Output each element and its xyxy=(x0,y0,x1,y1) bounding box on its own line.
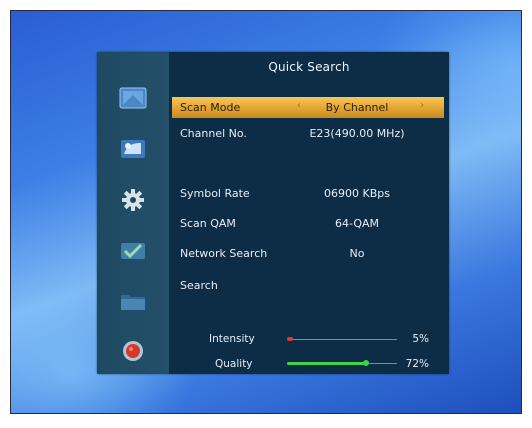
quality-marker xyxy=(363,360,370,366)
menu-panel: Quick Search Scan Mode ‹ By Channel › Ch… xyxy=(97,52,449,374)
menu-row-symbol-rate[interactable]: Symbol Rate 06900 KBps xyxy=(172,183,444,204)
tv-screen: Quick Search Scan Mode ‹ By Channel › Ch… xyxy=(10,10,522,414)
menu-row-label: Network Search xyxy=(180,247,268,260)
intensity-label: Intensity xyxy=(209,333,255,345)
menu-row-network-search[interactable]: Network Search No xyxy=(172,243,444,264)
menu-content: Quick Search Scan Mode ‹ By Channel › Ch… xyxy=(169,52,449,374)
menu-title: Quick Search xyxy=(268,60,350,74)
satellite-icon[interactable] xyxy=(118,136,148,162)
settings-gear-icon[interactable] xyxy=(118,187,148,213)
menu-row-label: Symbol Rate xyxy=(180,187,250,200)
menu-row-label: Scan QAM xyxy=(180,217,236,230)
quality-percent: 72% xyxy=(405,358,429,370)
quality-bar xyxy=(287,362,367,365)
menu-row-scan-mode[interactable]: Scan Mode ‹ By Channel › xyxy=(172,97,444,118)
menu-row-scan-qam[interactable]: Scan QAM 64-QAM xyxy=(172,213,444,234)
intensity-bar xyxy=(287,337,293,341)
record-icon[interactable] xyxy=(118,338,148,364)
menu-row-value: 06900 KBps xyxy=(324,187,390,200)
sidebar xyxy=(97,52,169,374)
menu-row-value: By Channel xyxy=(325,101,389,114)
quality-label: Quality xyxy=(215,358,253,370)
menu-row-value: 64-QAM xyxy=(334,217,380,230)
menu-row-channel-no[interactable]: Channel No. E23(490.00 MHz) xyxy=(172,123,444,144)
menu-row-label: Channel No. xyxy=(180,127,247,140)
menu-row-label: Scan Mode xyxy=(180,101,241,114)
menu-row-label: Search xyxy=(180,279,218,292)
folder-icon[interactable] xyxy=(118,288,148,314)
check-icon[interactable] xyxy=(118,238,148,264)
arrow-right-icon[interactable]: › xyxy=(420,100,424,111)
intensity-track xyxy=(287,339,397,340)
menu-row-search[interactable]: Search xyxy=(172,275,444,296)
menu-row-disabled xyxy=(172,149,444,170)
intensity-percent: 5% xyxy=(412,333,429,345)
menu-row-value: No xyxy=(349,247,365,260)
tv-icon[interactable] xyxy=(118,85,148,111)
menu-row-value: E23(490.00 MHz) xyxy=(309,127,405,140)
